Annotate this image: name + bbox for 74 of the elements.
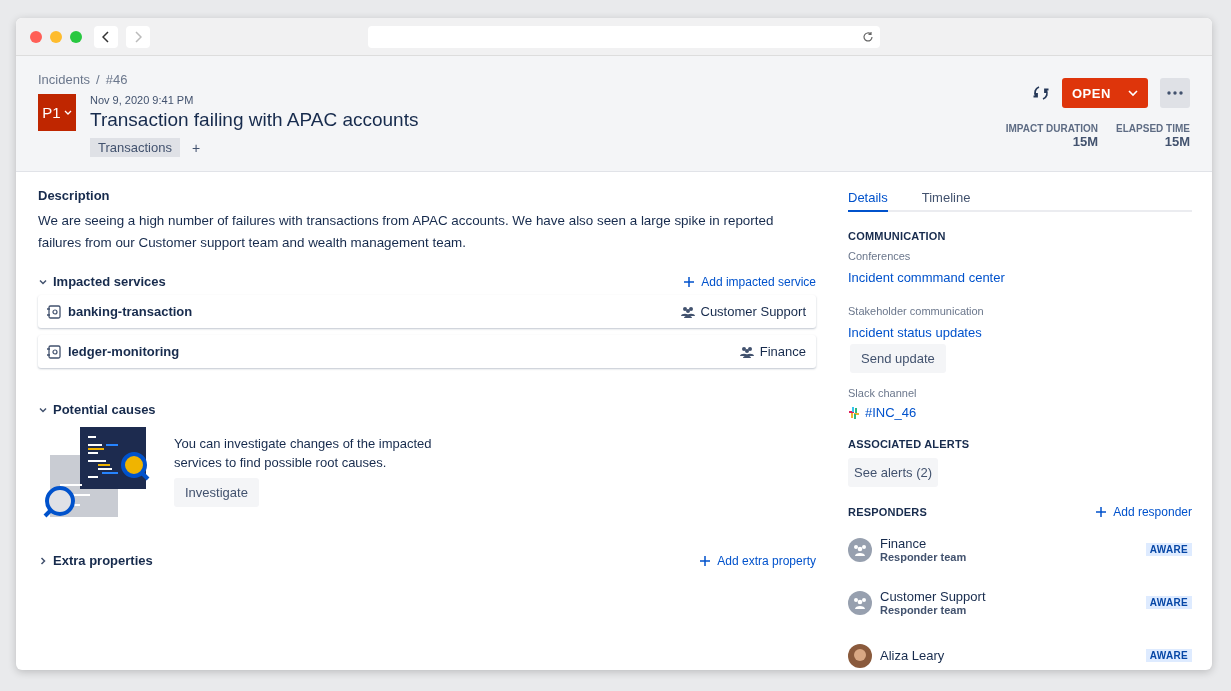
slack-icon bbox=[848, 406, 860, 419]
section-caption: RESPONDERS bbox=[848, 506, 928, 518]
metric-value: 15M bbox=[1072, 134, 1099, 149]
priority-button[interactable]: P1 bbox=[38, 94, 76, 131]
chevron-icon[interactable] bbox=[38, 555, 48, 566]
status-lozenge: AWARE bbox=[1145, 596, 1192, 609]
people-icon bbox=[680, 305, 695, 318]
section-heading[interactable]: Extra properties bbox=[53, 553, 153, 568]
incident-title: Transaction failing with APAC accounts bbox=[90, 109, 419, 131]
service-name: ledger-monitoring bbox=[68, 344, 180, 359]
status-updates-link[interactable]: Incident status updates bbox=[848, 325, 1192, 340]
reload-icon[interactable] bbox=[862, 30, 874, 43]
service-row[interactable]: banking-transaction Customer Support bbox=[38, 295, 816, 328]
close-dot[interactable] bbox=[30, 30, 42, 43]
back-icon bbox=[102, 30, 110, 43]
section-heading[interactable]: Potential causes bbox=[53, 402, 156, 417]
causes-text: You can investigate changes of the impacted services to find possible root causes. bbox=[174, 435, 433, 472]
breadcrumb-separator: / bbox=[96, 72, 100, 87]
caret-icon bbox=[1128, 89, 1138, 97]
slack-channel-link[interactable]: #INC_46 bbox=[865, 405, 917, 420]
send-update-button[interactable]: Send update bbox=[850, 344, 946, 373]
add-link[interactable]: Add impacted service bbox=[683, 274, 816, 289]
more-button[interactable] bbox=[1160, 78, 1190, 108]
breadcrumb[interactable]: Incidents bbox=[38, 72, 91, 87]
responder-name: Customer Support bbox=[880, 589, 986, 604]
team-name: Customer Support bbox=[700, 304, 806, 319]
team-name: Finance bbox=[759, 344, 806, 359]
field-label: Stakeholder communication bbox=[848, 305, 985, 317]
status-dropdown[interactable]: OPEN bbox=[1062, 78, 1148, 108]
plus-icon bbox=[1095, 506, 1108, 518]
breadcrumb[interactable]: #46 bbox=[105, 72, 128, 87]
forward-icon bbox=[134, 30, 142, 43]
status-lozenge: AWARE bbox=[1145, 649, 1192, 662]
responder-role: Responder team bbox=[880, 604, 968, 616]
service-icon bbox=[46, 303, 62, 320]
sync-icon[interactable] bbox=[1032, 84, 1050, 102]
section-caption: ASSOCIATED ALERTS bbox=[848, 438, 971, 450]
metric-label: IMPACT DURATION bbox=[1005, 123, 1099, 134]
caret-icon bbox=[63, 109, 72, 116]
responder-name: Finance bbox=[880, 536, 928, 551]
add-responder-link[interactable]: Add responder bbox=[1095, 505, 1192, 519]
field-label: Slack channel bbox=[848, 387, 918, 399]
add-link[interactable]: Add extra property bbox=[699, 553, 816, 568]
more-icon bbox=[1167, 91, 1183, 95]
plus-icon bbox=[683, 275, 696, 288]
field-label: Conferences bbox=[848, 250, 912, 262]
tab[interactable]: Details bbox=[848, 187, 888, 212]
people-icon bbox=[739, 345, 754, 358]
minimize-dot[interactable] bbox=[50, 30, 62, 43]
service-row[interactable]: ledger-monitoring Finance bbox=[38, 335, 816, 368]
responder-role: Responder team bbox=[880, 551, 967, 563]
plus-icon bbox=[699, 554, 712, 567]
metric-value: 15M bbox=[1164, 134, 1190, 149]
tab[interactable]: Timeline bbox=[921, 187, 971, 212]
service-icon bbox=[46, 343, 62, 360]
conference-link[interactable]: Incident commmand center bbox=[848, 270, 1192, 285]
team-avatar-icon bbox=[848, 590, 872, 615]
zoom-dot[interactable] bbox=[70, 30, 82, 43]
metric-label: ELAPSED TIME bbox=[1116, 123, 1190, 134]
description-text: We are seeing a high number of failures with transactions from APAC accounts. We have also seen a large spike in reported failures from our Customer support team and wealth management team. bbox=[38, 212, 775, 252]
service-name: banking-transaction bbox=[68, 304, 193, 319]
responder-name: Aliza Leary bbox=[880, 648, 945, 663]
add-tag-button[interactable]: + bbox=[191, 139, 201, 156]
team-avatar-icon bbox=[848, 537, 872, 562]
tag[interactable]: Transactions bbox=[90, 138, 180, 157]
created-date: Nov 9, 2020 9:41 PM bbox=[90, 94, 195, 106]
back-button[interactable] bbox=[94, 25, 118, 48]
status-lozenge: AWARE bbox=[1145, 543, 1192, 556]
section-heading[interactable]: Impacted services bbox=[53, 274, 166, 289]
investigate-button[interactable]: Investigate bbox=[174, 478, 259, 507]
section-caption: COMMUNICATION bbox=[848, 230, 947, 242]
see-alerts-button[interactable]: See alerts (2) bbox=[848, 458, 939, 487]
person-avatar bbox=[848, 643, 872, 668]
section-heading: Description bbox=[38, 188, 111, 203]
